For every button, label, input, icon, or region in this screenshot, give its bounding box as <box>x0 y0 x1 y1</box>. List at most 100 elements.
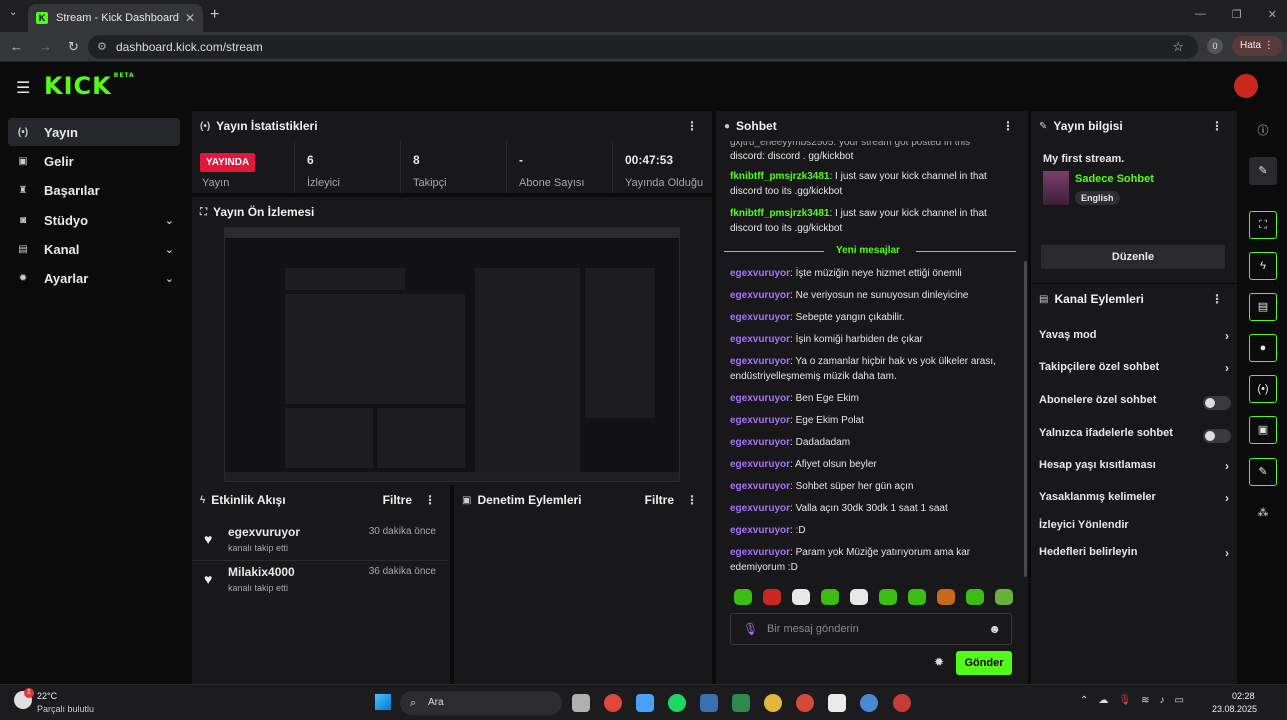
stream-category[interactable]: Sadece Sohbet <box>1075 173 1154 185</box>
kick-logo[interactable]: KICK BETA <box>44 72 135 100</box>
kebab-menu-icon[interactable]: ⋮ <box>1211 292 1223 306</box>
new-tab-icon[interactable]: + <box>210 6 219 24</box>
close-window-icon[interactable]: ✕ <box>1268 8 1277 21</box>
send-button[interactable]: Gönder <box>956 651 1012 675</box>
kebab-menu-icon[interactable]: ⋮ <box>686 493 698 507</box>
vscode-icon[interactable] <box>700 694 718 712</box>
chat-username[interactable]: egexvuruyor <box>730 334 790 345</box>
spotify-icon[interactable] <box>668 694 686 712</box>
emote-icon[interactable] <box>966 589 984 605</box>
action-raid[interactable]: İzleyici Yönlendir <box>1039 519 1231 539</box>
events-filter-button[interactable]: Filtre <box>383 493 412 507</box>
emote-icon[interactable] <box>734 589 752 605</box>
emote-icon[interactable] <box>908 589 926 605</box>
hamburger-menu-icon[interactable]: ☰ <box>16 78 30 98</box>
preview-rail-icon[interactable]: ⛶ <box>1249 211 1277 239</box>
chrome-profile-2-icon[interactable] <box>796 694 814 712</box>
excel-icon[interactable] <box>732 694 750 712</box>
file-manager-icon[interactable] <box>572 694 590 712</box>
emote-icon[interactable] <box>995 589 1013 605</box>
chat-username[interactable]: egexvuruyor <box>730 393 790 404</box>
subscribers-only-toggle[interactable] <box>1203 396 1231 410</box>
tab-search-icon[interactable]: ⌄ <box>9 7 17 18</box>
kebab-menu-icon[interactable]: ⋮ <box>1002 119 1014 133</box>
emote-icon[interactable] <box>937 589 955 605</box>
back-icon[interactable]: ← <box>10 39 23 55</box>
clock-time[interactable]: 02:28 <box>1232 691 1255 701</box>
notepad-icon[interactable] <box>828 694 846 712</box>
user-avatar[interactable] <box>1234 74 1258 98</box>
chat-username[interactable]: fknibtff_pmsjrzk3481 <box>730 171 829 182</box>
site-settings-icon[interactable]: ⚙ <box>97 35 107 59</box>
channel-actions-rail-icon[interactable]: ▣ <box>1249 416 1277 444</box>
chat-username[interactable]: egexvuruyor <box>730 312 790 323</box>
chat-settings-icon[interactable]: ✹ <box>934 655 944 669</box>
sidebar-item-gelir[interactable]: ▣ Gelir <box>8 147 180 175</box>
action-followers-only[interactable]: Takipçilere özel sohbet › <box>1039 361 1231 381</box>
emote-icon[interactable] <box>763 589 781 605</box>
action-account-age[interactable]: Hesap yaşı kısıtlaması › <box>1039 459 1231 479</box>
tab-close-icon[interactable]: ✕ <box>185 11 195 25</box>
wifi-icon[interactable]: ≋ <box>1141 695 1149 706</box>
sidebar-item-basarilar[interactable]: ♜ Başarılar <box>8 176 180 204</box>
chat-rail-icon[interactable]: ● <box>1249 334 1277 362</box>
chat-username[interactable]: egexvuruyor <box>730 481 790 492</box>
chat-username[interactable]: egexvuruyor <box>730 525 790 536</box>
wrench-rail-icon[interactable]: ✎ <box>1249 458 1277 486</box>
info-icon[interactable]: ⓘ <box>1249 117 1277 145</box>
tray-app-icon[interactable]: ☁ <box>1098 695 1108 706</box>
volume-icon[interactable]: ♪ <box>1159 695 1164 706</box>
chat-username[interactable]: egexvuruyor <box>730 437 790 448</box>
action-goals[interactable]: Hedefleri belirleyin › <box>1039 546 1231 566</box>
chat-username[interactable]: egexvuruyor <box>730 268 790 279</box>
chrome-profile-3-icon[interactable] <box>860 694 878 712</box>
chat-username[interactable]: fknibtff_pmsjrzk3481 <box>730 208 829 219</box>
chrome-icon[interactable] <box>604 694 622 712</box>
minimize-icon[interactable]: — <box>1195 8 1206 21</box>
moderation-filter-button[interactable]: Filtre <box>645 493 674 507</box>
sidebar-item-yayin[interactable]: (•) Yayın <box>8 118 180 146</box>
emotes-only-toggle[interactable] <box>1203 429 1231 443</box>
error-pill[interactable]: Hata ⋮ <box>1232 36 1282 56</box>
chat-scrollbar[interactable] <box>1024 261 1027 577</box>
tray-chevron-up-icon[interactable]: ⌃ <box>1080 695 1088 706</box>
sidebar-item-ayarlar[interactable]: ✹ Ayarlar ⌄ <box>8 264 180 292</box>
url-input[interactable]: ⚙ dashboard.kick.com/stream ☆ <box>88 35 1198 59</box>
microphone-icon[interactable]: 🎙 <box>743 614 758 644</box>
emoji-picker-icon[interactable]: ☻ <box>988 614 1001 644</box>
sidebar-item-studyo[interactable]: ◙ Stüdyo ⌄ <box>8 206 180 234</box>
emote-icon[interactable] <box>879 589 897 605</box>
stream-preview-video[interactable] <box>224 227 680 482</box>
forward-icon[interactable]: → <box>39 39 52 55</box>
chat-message-input[interactable]: 🎙 Bir mesaj gönderin ☻ <box>730 613 1012 645</box>
event-user[interactable]: Milakix4000 <box>228 565 295 579</box>
action-banned-words[interactable]: Yasaklanmış kelimeler › <box>1039 491 1231 511</box>
chrome-profile-icon[interactable] <box>764 694 782 712</box>
tray-mic-icon[interactable]: 🎙 <box>1118 695 1131 706</box>
copilot-icon[interactable] <box>636 694 654 712</box>
taskbar-search-input[interactable]: ⌕ Ara <box>400 691 562 715</box>
chat-username[interactable]: egexvuruyor <box>730 290 790 301</box>
kebab-menu-icon[interactable]: ⋮ <box>1211 119 1223 133</box>
chat-username[interactable]: egexvuruyor <box>730 356 790 367</box>
lightning-rail-icon[interactable]: ϟ <box>1249 252 1277 280</box>
emote-icon[interactable] <box>821 589 839 605</box>
sidebar-item-kanal[interactable]: ▤ Kanal ⌄ <box>8 235 180 263</box>
kebab-menu-icon[interactable]: ⋮ <box>424 493 436 507</box>
event-user[interactable]: egexvuruyor <box>228 525 300 539</box>
maximize-icon[interactable]: ❐ <box>1232 8 1242 21</box>
battery-icon[interactable]: ▭ <box>1174 695 1183 706</box>
profile-icon[interactable]: 0 <box>1207 38 1223 54</box>
chat-username[interactable]: egexvuruyor <box>730 503 790 514</box>
windows-start-icon[interactable] <box>375 694 391 710</box>
reload-icon[interactable]: ↻ <box>68 39 79 55</box>
chat-username[interactable]: egexvuruyor <box>730 415 790 426</box>
browser-tab[interactable]: K Stream - Kick Dashboard ✕ <box>28 4 203 32</box>
clock-date[interactable]: 23.08.2025 <box>1212 704 1257 714</box>
document-icon[interactable]: ▤ <box>1249 293 1277 321</box>
chat-username[interactable]: egexvuruyor <box>730 547 790 558</box>
pencil-icon[interactable]: ✎ <box>1249 157 1277 185</box>
edit-button[interactable]: Düzenle <box>1041 245 1225 269</box>
emote-icon[interactable] <box>792 589 810 605</box>
bookmark-star-icon[interactable]: ☆ <box>1172 35 1184 59</box>
